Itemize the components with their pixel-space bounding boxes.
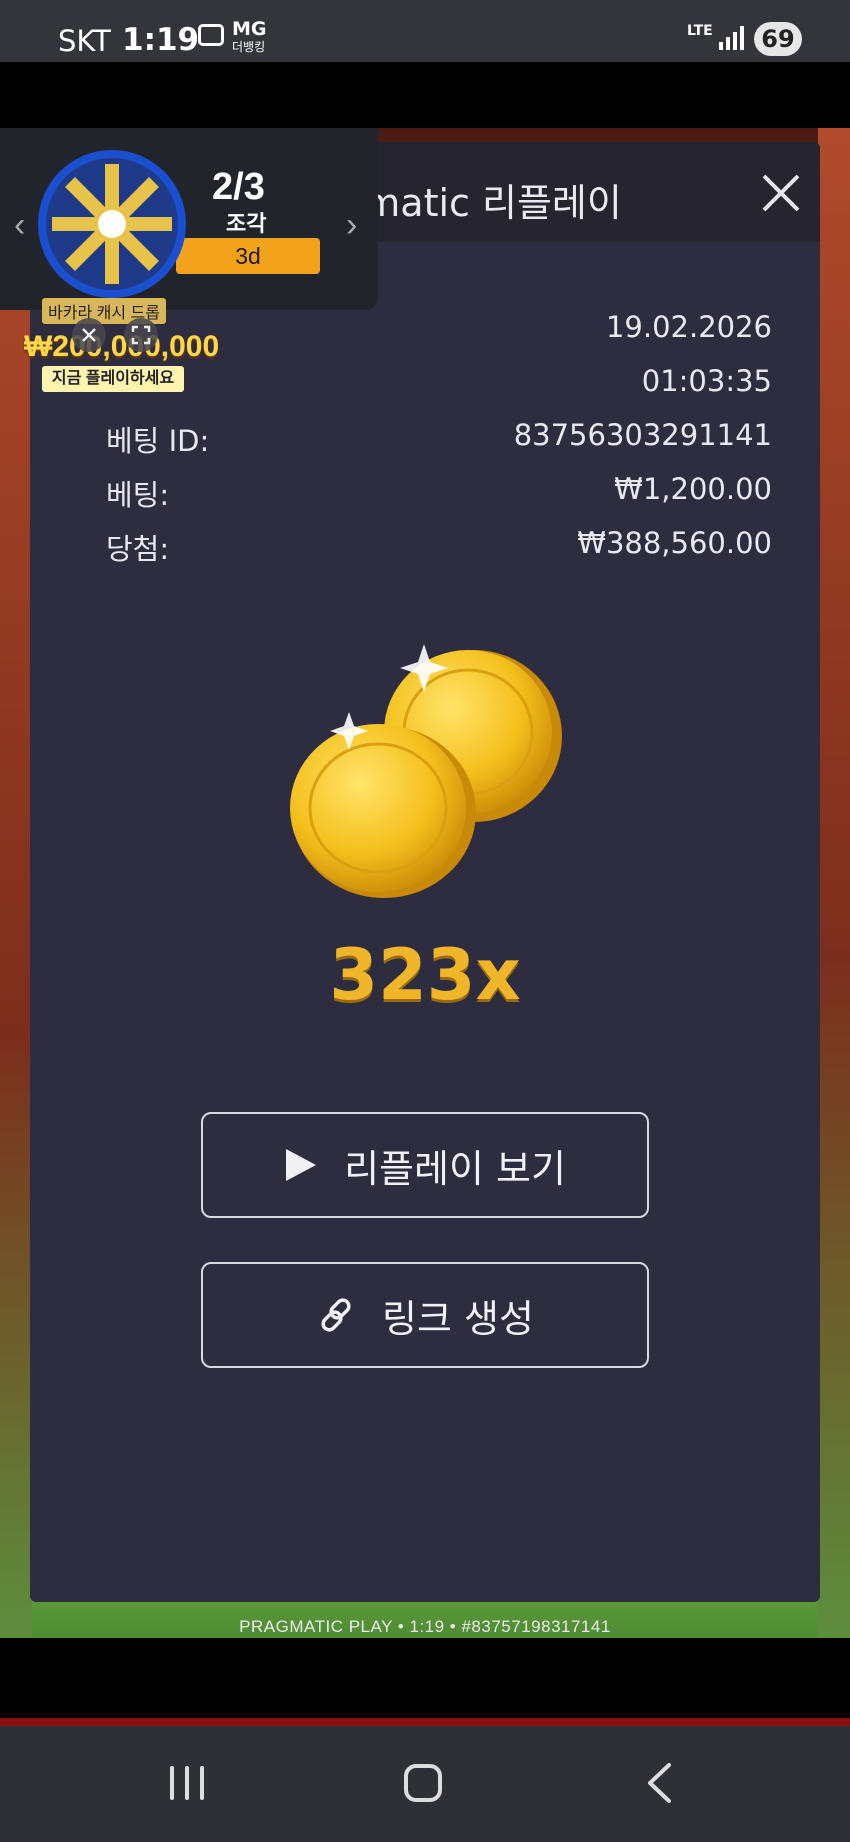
recents-icon[interactable]: [170, 1766, 206, 1800]
info-value: ₩1,200.00: [614, 472, 772, 506]
prize-wheel-icon[interactable]: [36, 148, 188, 300]
network-type: LTE: [687, 23, 713, 39]
screenshot-icon: [198, 24, 224, 46]
game-background-right: [818, 128, 850, 1638]
clock: 1:19: [122, 22, 200, 58]
game-footer: PRAGMATIC PLAY • 1:19 • #83757198317141: [239, 1617, 611, 1636]
signal-icon: [719, 26, 744, 50]
game-bottom-strip: [0, 1718, 850, 1726]
link-icon: [321, 1298, 351, 1332]
chevron-right-icon[interactable]: ›: [346, 206, 357, 245]
promo-piece-count: 2/3: [212, 166, 265, 208]
expand-icon[interactable]: [124, 318, 158, 352]
view-replay-label: 리플레이 보기: [344, 1146, 566, 1191]
back-icon[interactable]: [645, 1762, 675, 1804]
app-badge-title: MG: [232, 18, 267, 40]
chevron-left-icon[interactable]: ‹: [14, 206, 25, 245]
app-badge-sub: 더뱅킹: [232, 40, 266, 54]
win-multiplier: 323x: [329, 934, 521, 1016]
promo-piece-label: 조각: [226, 211, 267, 236]
wheel-play-now[interactable]: 지금 플레이하세요: [42, 366, 184, 392]
promo-time-badge: 3d: [176, 238, 320, 274]
info-value: 83756303291141: [513, 418, 772, 452]
gold-coins-icon: [290, 644, 562, 898]
app-notification-badge: MG 더뱅킹: [232, 20, 267, 56]
info-value: 19.02.2026: [605, 310, 772, 344]
home-icon[interactable]: [404, 1764, 442, 1802]
create-link-button[interactable]: 링크 생성: [201, 1262, 649, 1368]
close-icon[interactable]: [72, 318, 106, 352]
info-value: 01:03:35: [641, 364, 772, 398]
info-label: 당첨:: [106, 532, 170, 566]
view-replay-button[interactable]: 리플레이 보기: [201, 1112, 649, 1218]
info-value: ₩388,560.00: [577, 526, 772, 560]
create-link-label: 링크 생성: [382, 1296, 534, 1341]
status-bar: SKT 1:19 MG 더뱅킹 LTE 69: [0, 0, 850, 62]
info-label: 베팅:: [106, 478, 170, 512]
wheel-promo-amount: ₩200,000,000: [24, 330, 220, 363]
close-icon[interactable]: [756, 168, 806, 218]
carrier-label: SKT: [58, 24, 111, 58]
battery-indicator: 69: [754, 22, 802, 56]
play-icon: [286, 1149, 317, 1181]
info-label: 베팅 ID:: [106, 424, 210, 458]
system-navigation-bar: [0, 1726, 850, 1842]
